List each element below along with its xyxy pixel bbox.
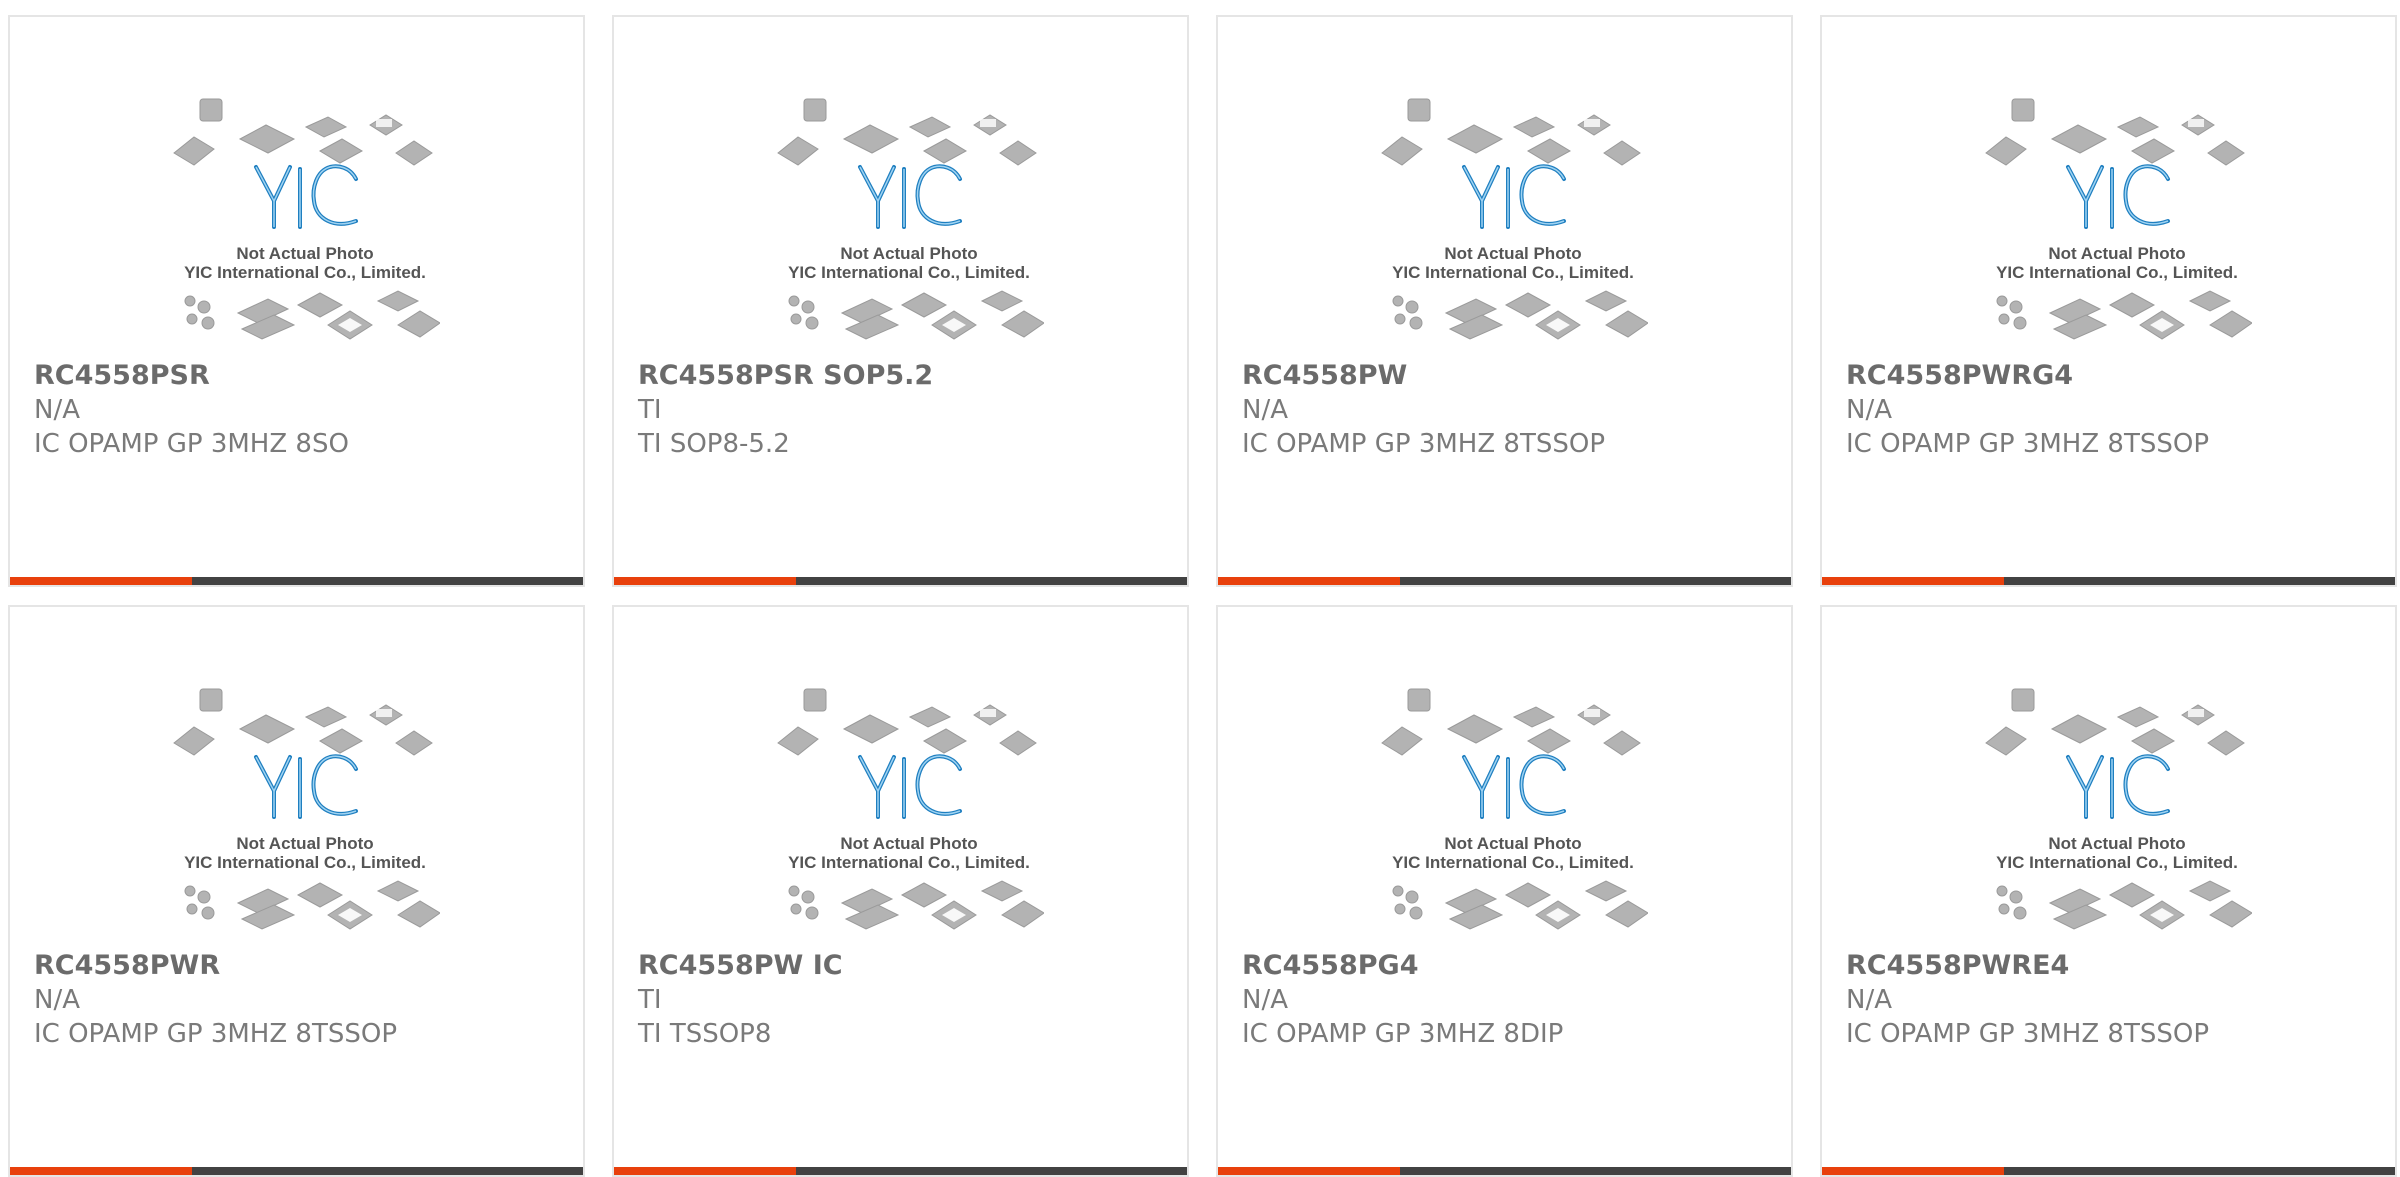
not-actual-photo-text: Not Actual Photo — [2048, 244, 2185, 263]
product-info: RC4558PWR N/A IC OPAMP GP 3MHZ 8TSSOP — [34, 949, 573, 1051]
product-card[interactable]: Not Actual Photo YIC International Co., … — [1216, 605, 1793, 1177]
product-photo[interactable]: Not Actual Photo YIC International Co., … — [1378, 687, 1648, 957]
company-name-text: YIC International Co., Limited. — [1996, 263, 2238, 282]
accent-bar — [1218, 577, 1400, 585]
product-info: RC4558PSR SOP5.2 TI TI SOP8-5.2 — [638, 359, 1177, 461]
company-name-text: YIC International Co., Limited. — [184, 263, 426, 282]
manufacturer: TI — [638, 395, 662, 425]
part-number[interactable]: RC4558PSR SOP5.2 — [638, 359, 1177, 393]
accent-bar — [1822, 577, 2004, 585]
accent-bar — [1822, 1167, 2004, 1175]
part-number[interactable]: RC4558PWRG4 — [1846, 359, 2385, 393]
bottom-bar — [1400, 1167, 1791, 1175]
not-actual-photo-text: Not Actual Photo — [840, 834, 977, 853]
product-description: TI SOP8-5.2 — [638, 429, 790, 459]
product-card[interactable]: Not Actual Photo YIC International Co., … — [1820, 605, 2397, 1177]
manufacturer: N/A — [1846, 985, 1892, 1015]
product-photo[interactable]: Not Actual Photo YIC International Co., … — [774, 97, 1044, 367]
product-card[interactable]: Not Actual Photo YIC International Co., … — [612, 15, 1189, 587]
product-info: RC4558PWRG4 N/A IC OPAMP GP 3MHZ 8TSSOP — [1846, 359, 2385, 461]
accent-bar — [10, 1167, 192, 1175]
product-description: IC OPAMP GP 3MHZ 8TSSOP — [1846, 429, 2209, 459]
product-card[interactable]: Not Actual Photo YIC International Co., … — [1820, 15, 2397, 587]
accent-bar — [614, 1167, 796, 1175]
product-description: IC OPAMP GP 3MHZ 8SO — [34, 429, 349, 459]
product-info: RC4558PSR N/A IC OPAMP GP 3MHZ 8SO — [34, 359, 573, 461]
not-actual-photo-text: Not Actual Photo — [1444, 834, 1581, 853]
bottom-bar — [796, 1167, 1187, 1175]
company-name-text: YIC International Co., Limited. — [184, 853, 426, 872]
manufacturer: N/A — [1846, 395, 1892, 425]
manufacturer: N/A — [34, 395, 80, 425]
product-photo[interactable]: Not Actual Photo YIC International Co., … — [170, 97, 440, 367]
product-card[interactable]: Not Actual Photo YIC International Co., … — [1216, 15, 1793, 587]
product-photo[interactable]: Not Actual Photo YIC International Co., … — [774, 687, 1044, 957]
bottom-bar — [2004, 1167, 2395, 1175]
part-number[interactable]: RC4558PW — [1242, 359, 1781, 393]
accent-bar — [10, 577, 192, 585]
company-name-text: YIC International Co., Limited. — [1392, 263, 1634, 282]
product-description: IC OPAMP GP 3MHZ 8TSSOP — [1846, 1019, 2209, 1049]
company-name-text: YIC International Co., Limited. — [1392, 853, 1634, 872]
product-photo[interactable]: Not Actual Photo YIC International Co., … — [1982, 687, 2252, 957]
product-card[interactable]: Not Actual Photo YIC International Co., … — [8, 15, 585, 587]
manufacturer: N/A — [34, 985, 80, 1015]
manufacturer: N/A — [1242, 395, 1288, 425]
part-number[interactable]: RC4558PWR — [34, 949, 573, 983]
bottom-bar — [192, 577, 583, 585]
accent-bar — [614, 577, 796, 585]
product-photo[interactable]: Not Actual Photo YIC International Co., … — [1378, 97, 1648, 367]
part-number[interactable]: RC4558PG4 — [1242, 949, 1781, 983]
bottom-bar — [1400, 577, 1791, 585]
bottom-bar — [2004, 577, 2395, 585]
accent-bar — [1218, 1167, 1400, 1175]
manufacturer: TI — [638, 985, 662, 1015]
not-actual-photo-text: Not Actual Photo — [2048, 834, 2185, 853]
not-actual-photo-text: Not Actual Photo — [840, 244, 977, 263]
part-number[interactable]: RC4558PSR — [34, 359, 573, 393]
part-number[interactable]: RC4558PW IC — [638, 949, 1177, 983]
product-card[interactable]: Not Actual Photo YIC International Co., … — [8, 605, 585, 1177]
product-description: IC OPAMP GP 3MHZ 8TSSOP — [1242, 429, 1605, 459]
bottom-bar — [192, 1167, 583, 1175]
product-grid: Not Actual Photo YIC International Co., … — [0, 0, 2400, 1177]
product-info: RC4558PW IC TI TI TSSOP8 — [638, 949, 1177, 1051]
not-actual-photo-text: Not Actual Photo — [1444, 244, 1581, 263]
part-number[interactable]: RC4558PWRE4 — [1846, 949, 2385, 983]
not-actual-photo-text: Not Actual Photo — [236, 244, 373, 263]
product-info: RC4558PW N/A IC OPAMP GP 3MHZ 8TSSOP — [1242, 359, 1781, 461]
not-actual-photo-text: Not Actual Photo — [236, 834, 373, 853]
product-photo[interactable]: Not Actual Photo YIC International Co., … — [1982, 97, 2252, 367]
company-name-text: YIC International Co., Limited. — [1996, 853, 2238, 872]
product-info: RC4558PWRE4 N/A IC OPAMP GP 3MHZ 8TSSOP — [1846, 949, 2385, 1051]
product-info: RC4558PG4 N/A IC OPAMP GP 3MHZ 8DIP — [1242, 949, 1781, 1051]
bottom-bar — [796, 577, 1187, 585]
product-photo[interactable]: Not Actual Photo YIC International Co., … — [170, 687, 440, 957]
company-name-text: YIC International Co., Limited. — [788, 853, 1030, 872]
product-description: TI TSSOP8 — [638, 1019, 772, 1049]
company-name-text: YIC International Co., Limited. — [788, 263, 1030, 282]
product-card[interactable]: Not Actual Photo YIC International Co., … — [612, 605, 1189, 1177]
manufacturer: N/A — [1242, 985, 1288, 1015]
product-description: IC OPAMP GP 3MHZ 8TSSOP — [34, 1019, 397, 1049]
product-description: IC OPAMP GP 3MHZ 8DIP — [1242, 1019, 1564, 1049]
